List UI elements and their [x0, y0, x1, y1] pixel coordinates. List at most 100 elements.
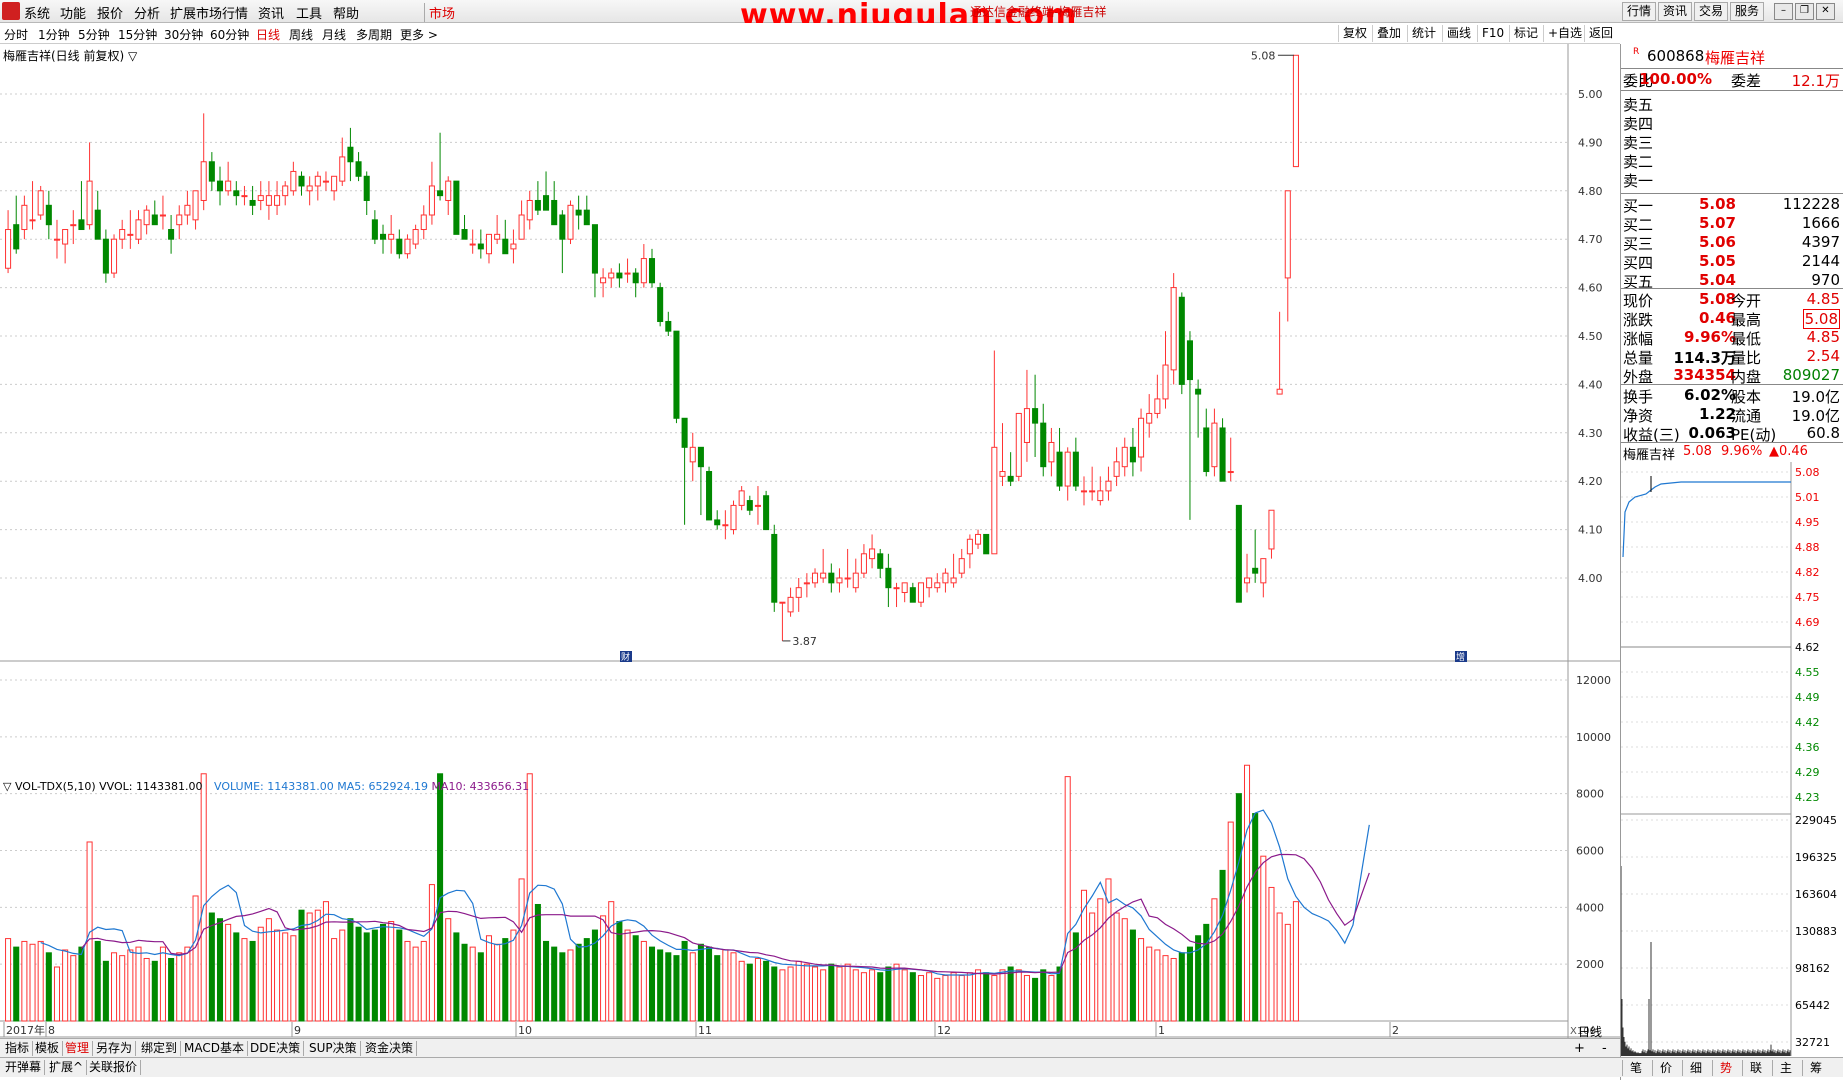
volume-bar [388, 921, 395, 1022]
right-tab-1[interactable]: 价 [1652, 1060, 1679, 1076]
date-axis-label: 10 [518, 1024, 532, 1037]
tab-60min[interactable]: 60分钟 [210, 26, 249, 43]
candle [1276, 311, 1283, 395]
top-button-trade[interactable]: 交易 [1694, 2, 1728, 21]
tab-30min[interactable]: 30分钟 [164, 26, 203, 43]
volume-bar [184, 946, 191, 1022]
top-button-service[interactable]: 服务 [1730, 2, 1764, 21]
menu-system[interactable]: 系统 [24, 3, 50, 22]
buy-label: 买四 [1623, 254, 1654, 272]
right-tab-2[interactable]: 细 [1682, 1060, 1709, 1076]
btab-sup[interactable]: SUP决策 [306, 1041, 361, 1056]
volume-bar [844, 963, 851, 1022]
stat-label: 最高 [1731, 311, 1762, 329]
tab-5min[interactable]: 5分钟 [78, 26, 110, 43]
mini-price-label: 4.82 [1795, 566, 1820, 579]
btab-related-quote[interactable]: 关联报价 [86, 1060, 142, 1075]
tool-stats[interactable]: 统计 [1407, 25, 1440, 42]
tool-add-favorite[interactable]: +自选 [1543, 25, 1586, 42]
candle [746, 495, 753, 516]
price-axis-label: 4.90 [1578, 136, 1603, 149]
volume-bar [371, 929, 378, 1022]
btab-template[interactable]: 模板 [32, 1041, 64, 1056]
menu-extended-market[interactable]: 扩展市场行情 [170, 3, 248, 22]
menu-tools[interactable]: 工具 [296, 3, 322, 22]
vvol-value: VVOL: 1143381.00 [99, 780, 203, 793]
price-axis-label: 4.40 [1578, 378, 1603, 391]
candle [1219, 418, 1226, 482]
candle [485, 233, 493, 264]
btab-dde[interactable]: DDE决策 [247, 1041, 305, 1056]
tab-daily[interactable]: 日线 [256, 26, 280, 43]
candle [1203, 408, 1210, 477]
volume-bar [852, 969, 859, 1022]
vol-indicator-name[interactable]: ▽ VOL-TDX(5,10) [3, 780, 96, 793]
tab-15min[interactable]: 15分钟 [118, 26, 157, 43]
tool-mark[interactable]: 标记 [1509, 25, 1542, 42]
volume-bar [477, 952, 484, 1022]
buy-volume: 970 [1811, 271, 1840, 289]
intraday-mini-chart[interactable]: 5.08 5.01 4.95 4.88 4.82 4.75 4.69 4.62 4.55 4.49… [1621, 462, 1843, 1056]
menu-quote[interactable]: 报价 [97, 3, 123, 22]
candle [950, 553, 957, 588]
right-tab-6[interactable]: 筹 [1802, 1060, 1829, 1076]
candle [322, 171, 329, 191]
tool-fuquan[interactable]: 复权 [1338, 25, 1371, 42]
price-axis-label: 4.00 [1578, 572, 1603, 585]
menu-info[interactable]: 资讯 [258, 3, 284, 22]
right-tab-0[interactable]: 笔 [1622, 1060, 1649, 1076]
tab-monthly[interactable]: 月线 [322, 26, 346, 43]
period-daily-label[interactable]: 日线 [1578, 1023, 1602, 1040]
btab-indicator[interactable]: 指标 [2, 1041, 34, 1056]
right-tab-4[interactable]: 联 [1742, 1060, 1769, 1076]
btab-bind[interactable]: 绑定到 [138, 1041, 182, 1056]
tool-overlay[interactable]: 叠加 [1372, 25, 1405, 42]
zoom-out-button[interactable]: - [1602, 1041, 1607, 1056]
btab-macd[interactable]: MACD基本 [181, 1041, 248, 1056]
btab-save-as[interactable]: 另存为 [93, 1041, 137, 1056]
restore-icon[interactable]: ❐ [1795, 3, 1814, 20]
btab-danmu[interactable]: 开弹幕 [2, 1060, 46, 1075]
mini-volume-label: 98162 [1795, 962, 1830, 975]
tool-draw[interactable]: 画线 [1442, 25, 1475, 42]
tab-fenshi[interactable]: 分时 [4, 26, 28, 43]
minimize-icon[interactable]: – [1774, 3, 1793, 20]
btab-manage[interactable]: 管理 [62, 1041, 94, 1056]
volume-bar [282, 932, 289, 1022]
right-tab-5[interactable]: 主 [1772, 1060, 1799, 1076]
zoom-in-button[interactable]: + [1574, 1041, 1585, 1056]
btab-fund[interactable]: 资金决策 [362, 1041, 418, 1056]
buy-level-2[interactable]: 买二 5.07 1666 [1621, 214, 1843, 234]
candle [1284, 190, 1291, 322]
stat-row: 现价 5.08 今开 4.85 [1621, 290, 1843, 310]
top-button-hangqing[interactable]: 行情 [1622, 2, 1656, 21]
tool-back[interactable]: 返回 [1584, 25, 1617, 42]
right-tab-3[interactable]: 势 [1712, 1060, 1739, 1076]
tab-more[interactable]: 更多 > [400, 26, 438, 43]
btab-extend[interactable]: 扩展^ [46, 1060, 88, 1075]
tool-f10[interactable]: F10 [1477, 25, 1508, 42]
menu-analysis[interactable]: 分析 [134, 3, 160, 22]
buy-level-3[interactable]: 买三 5.06 4397 [1621, 233, 1843, 253]
candle [795, 578, 802, 612]
buy-level-1[interactable]: 买一 5.08 112228 [1621, 195, 1843, 215]
menu-market[interactable]: 市场 [424, 3, 455, 22]
volume-bar [575, 943, 582, 1022]
buy-level-4[interactable]: 买四 5.05 2144 [1621, 252, 1843, 272]
menu-help[interactable]: 帮助 [333, 3, 359, 22]
top-button-zixun[interactable]: 资讯 [1658, 2, 1692, 21]
tab-multi-period[interactable]: 多周期 [356, 26, 392, 43]
date-axis-label: 2017年 [6, 1023, 45, 1037]
mini-price-label: 4.29 [1795, 766, 1820, 779]
volume-bar [1170, 957, 1177, 1022]
tab-weekly[interactable]: 周线 [289, 26, 313, 43]
candle [1040, 403, 1047, 477]
volume-bar [600, 915, 607, 1022]
close-icon[interactable]: ✕ [1816, 3, 1835, 20]
mini-chart-header: 梅雁吉祥 5.08 9.96% ▲0.46 [1623, 444, 1808, 463]
volume-bar [168, 957, 175, 1022]
menu-function[interactable]: 功能 [60, 3, 86, 22]
tab-1min[interactable]: 1分钟 [38, 26, 70, 43]
candle [428, 161, 435, 225]
kline-chart[interactable]: 5.00 4.90 4.80 4.70 4.60 4.50 4.40 4.30 4.20 4.10… [0, 44, 1620, 1038]
